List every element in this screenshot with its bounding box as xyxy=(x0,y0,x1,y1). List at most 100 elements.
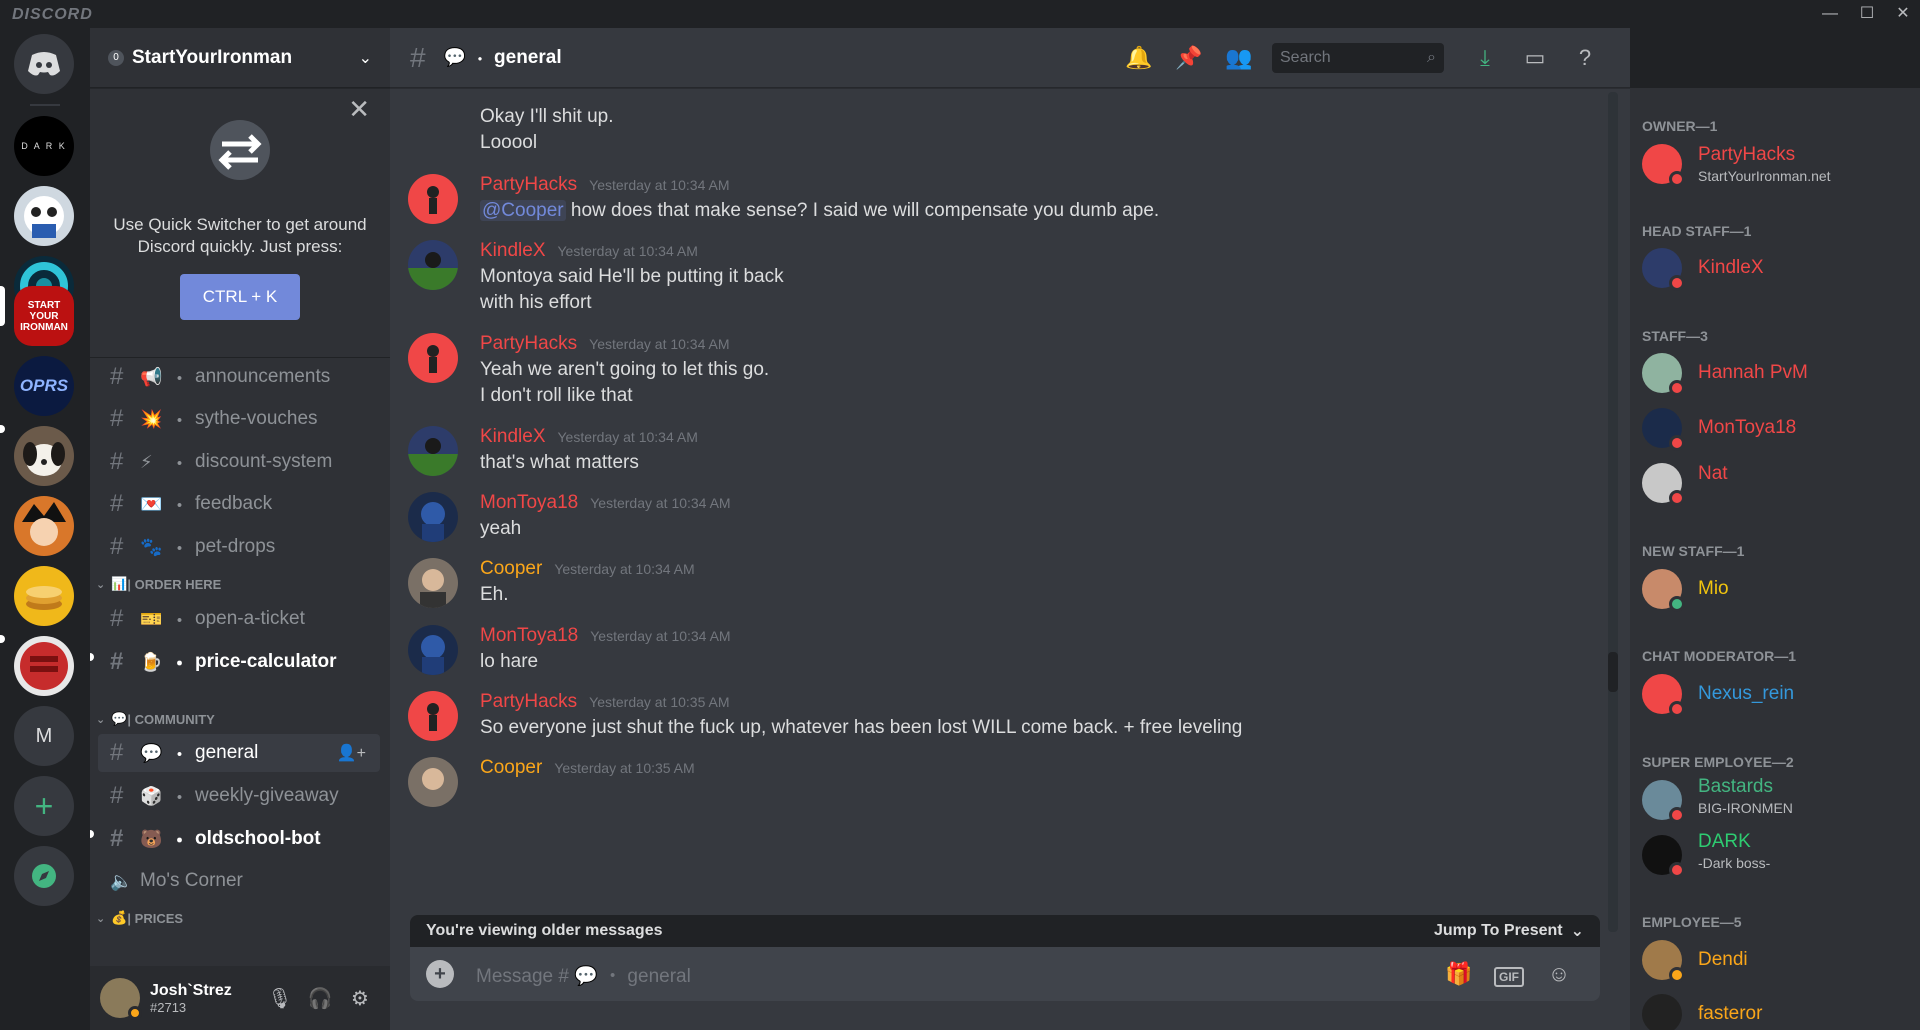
channel-price-calculator[interactable]: # 🍺 ・ price-calculator xyxy=(98,643,380,681)
member-item[interactable]: Nexus_rein xyxy=(1642,674,1912,718)
settings-gear-icon[interactable]: ⚙ xyxy=(340,986,380,1011)
maximize-button[interactable]: ☐ xyxy=(1852,2,1882,26)
member-item[interactable]: Mio xyxy=(1642,569,1912,613)
category-name: | COMMUNITY xyxy=(127,711,215,727)
author-avatar[interactable] xyxy=(408,333,458,383)
chevron-down-icon: ⌄ xyxy=(1570,923,1584,940)
message-author[interactable]: PartyHacks xyxy=(480,691,577,712)
channel-name: feedback xyxy=(195,493,273,514)
message-text: lo hare xyxy=(480,651,539,672)
guild-anime[interactable] xyxy=(14,496,74,556)
guild-startyourironman[interactable]: START YOUR IRONMAN xyxy=(14,286,74,346)
voice-channel-mos-corner[interactable]: 🔈 Mo's Corner xyxy=(98,862,380,900)
author-avatar[interactable] xyxy=(408,426,458,476)
inbox-icon[interactable]: ▭ xyxy=(1510,45,1560,71)
minimize-button[interactable]: — xyxy=(1815,2,1845,26)
member-list-icon[interactable]: 👥 xyxy=(1214,45,1264,71)
invite-member-icon[interactable]: 👤+ xyxy=(337,743,366,763)
member-item[interactable]: MonToya18 xyxy=(1642,408,1912,452)
author-avatar[interactable] xyxy=(408,691,458,741)
guild-dark[interactable]: D A R K xyxy=(14,116,74,176)
channel-emoji: 🍺 xyxy=(140,651,163,672)
unread-pill xyxy=(0,425,5,433)
author-avatar[interactable] xyxy=(408,625,458,675)
guild-oprs[interactable]: OPRS xyxy=(14,356,74,416)
category-community[interactable]: ⌄ 💬 | COMMUNITY xyxy=(96,711,215,727)
unread-pill xyxy=(90,830,94,838)
anime-avatar-icon xyxy=(22,502,66,546)
channel-weekly-giveaway[interactable]: # 🎲 ・ weekly-giveaway xyxy=(98,777,380,815)
dog-avatar-icon xyxy=(23,442,65,476)
guild-m[interactable]: M xyxy=(14,706,74,766)
user-avatar[interactable] xyxy=(100,978,142,1020)
user-mention[interactable]: @Cooper xyxy=(480,200,566,221)
server-header[interactable]: 0 StartYourIronman ⌄ xyxy=(90,28,390,88)
message-author[interactable]: PartyHacks xyxy=(480,174,577,195)
message-author[interactable]: PartyHacks xyxy=(480,333,577,354)
category-order-here[interactable]: ⌄ 📊 | ORDER HERE xyxy=(96,576,221,592)
channel-open-a-ticket[interactable]: # 🎫 ・ open-a-ticket xyxy=(98,600,380,638)
ctrl-k-button[interactable]: CTRL + K xyxy=(180,274,300,320)
author-avatar[interactable] xyxy=(408,492,458,542)
member-item[interactable]: DARK -Dark boss- xyxy=(1642,831,1912,879)
bell-icon[interactable]: 🔔 xyxy=(1114,45,1164,71)
member-item[interactable]: Dendi xyxy=(1642,940,1912,984)
channel-pet-drops[interactable]: # 🐾 ・ pet-drops xyxy=(98,528,380,566)
channel-oldschool-bot[interactable]: # 🐻 ・ oldschool-bot xyxy=(98,820,380,858)
member-item[interactable]: PartyHacks StartYourIronman.net xyxy=(1642,144,1912,188)
gif-icon[interactable]: GIF xyxy=(1484,961,1534,987)
member-item[interactable]: Hannah PvM xyxy=(1642,353,1912,397)
upload-plus-icon[interactable]: + xyxy=(426,960,454,988)
message-scrollbar[interactable] xyxy=(1608,92,1618,932)
message-author[interactable]: KindleX xyxy=(480,240,546,261)
help-icon[interactable]: ? xyxy=(1560,45,1610,71)
message-text: Okay I'll shit up. xyxy=(480,106,614,127)
member-item[interactable]: Bastards BIG-IRONMEN xyxy=(1642,776,1912,824)
channel-feedback[interactable]: # 💌 ・ feedback xyxy=(98,485,380,523)
role-header: STAFF—3 xyxy=(1642,328,1708,344)
channel-emoji: 🐾 xyxy=(140,536,163,557)
download-icon[interactable]: ⤓ xyxy=(1460,45,1510,71)
channel-general[interactable]: # 💬 ・ general 👤+ xyxy=(98,734,380,772)
author-avatar[interactable] xyxy=(408,240,458,290)
channel-announcements[interactable]: # 📢 ・ announcements xyxy=(98,358,380,396)
message-author[interactable]: Cooper xyxy=(480,558,542,579)
channel-discount-system[interactable]: # ⚡ ・ discount-system xyxy=(98,443,380,481)
microphone-icon[interactable]: 🎙 xyxy=(260,986,300,1011)
author-avatar[interactable] xyxy=(408,558,458,608)
message-timestamp: Yesterday at 10:34 AM xyxy=(590,495,731,511)
message-author[interactable]: MonToya18 xyxy=(480,492,578,513)
author-avatar[interactable] xyxy=(408,174,458,224)
message-input[interactable]: Message # 💬 ・ general xyxy=(476,961,1434,988)
category-prices[interactable]: ⌄ 💰 | PRICES xyxy=(96,910,183,926)
close-window-button[interactable]: ✕ xyxy=(1888,2,1918,26)
author-avatar[interactable] xyxy=(408,757,458,807)
add-server-button[interactable]: + xyxy=(14,776,74,836)
guild-pancake[interactable] xyxy=(14,566,74,626)
member-item[interactable]: KindleX xyxy=(1642,248,1912,292)
guild-panda[interactable] xyxy=(14,186,74,246)
scrollbar-thumb[interactable] xyxy=(1608,652,1618,692)
message-author[interactable]: Cooper xyxy=(480,757,542,778)
search-input[interactable]: Search ⌕ xyxy=(1272,42,1444,73)
explore-servers-button[interactable] xyxy=(14,846,74,906)
member-item[interactable]: Nat xyxy=(1642,463,1912,507)
jump-to-present-button[interactable]: Jump To Present xyxy=(1434,922,1563,940)
guild-dark-label: D A R K xyxy=(21,141,67,151)
unread-pill xyxy=(90,653,94,661)
home-button[interactable] xyxy=(14,34,74,94)
channel-sythe-vouches[interactable]: # 💥 ・ sythe-vouches xyxy=(98,400,380,438)
pin-icon[interactable]: 📌 xyxy=(1164,45,1214,71)
online-status-icon xyxy=(1669,596,1685,612)
emoji-icon[interactable]: ☺ xyxy=(1534,961,1584,987)
headphones-icon[interactable]: 🎧 xyxy=(300,986,340,1011)
message-author[interactable]: KindleX xyxy=(480,426,546,447)
message-author[interactable]: MonToya18 xyxy=(480,625,578,646)
member-item[interactable]: fasteror xyxy=(1642,994,1912,1030)
chevron-down-icon: ⌄ xyxy=(96,912,106,925)
close-icon[interactable]: ✕ xyxy=(348,94,370,125)
gift-icon[interactable]: 🎁 xyxy=(1434,961,1484,987)
guild-redbrick[interactable] xyxy=(14,636,74,696)
channel-name: open-a-ticket xyxy=(195,608,305,629)
guild-dog[interactable] xyxy=(14,426,74,486)
